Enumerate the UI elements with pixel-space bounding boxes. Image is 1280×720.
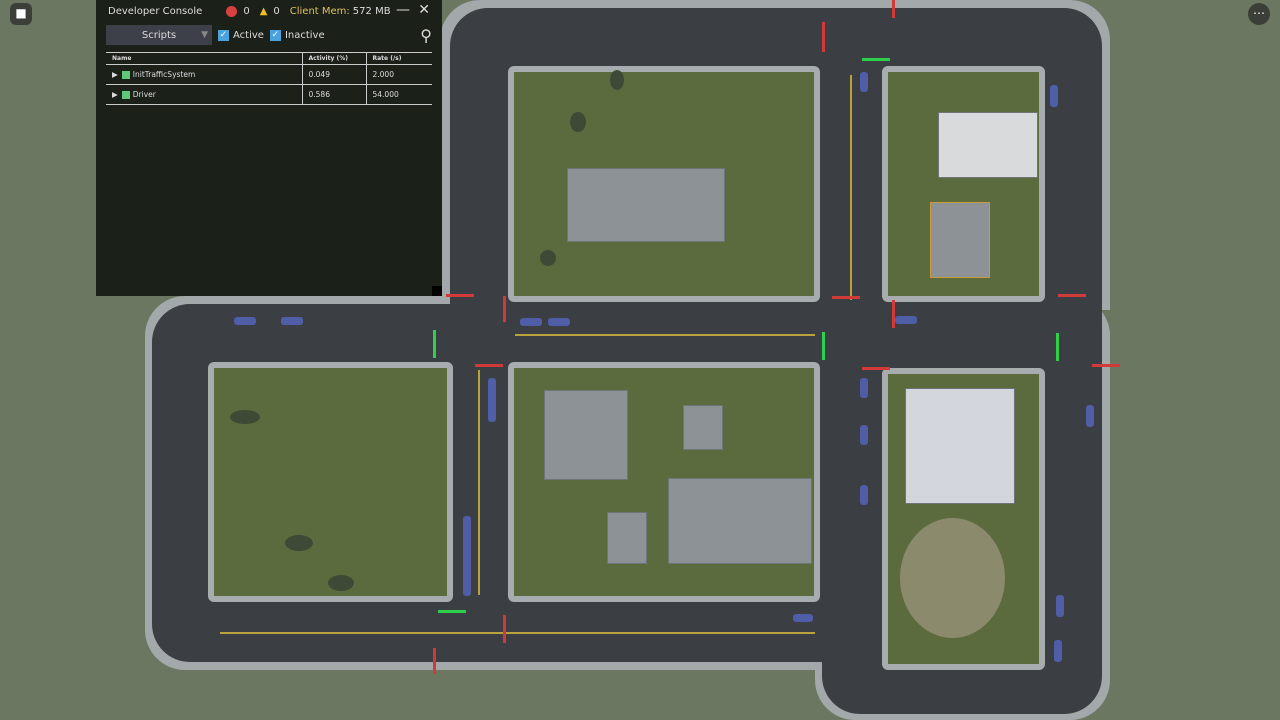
car [895, 316, 917, 324]
traffic-signal-green [822, 332, 825, 360]
car [1086, 405, 1094, 427]
active-label: Active [233, 29, 264, 41]
car [860, 72, 868, 92]
minimize-button[interactable]: — [396, 2, 410, 18]
resize-handle[interactable] [432, 286, 442, 296]
traffic-signal-green [1056, 333, 1059, 361]
script-activity: 0.586 [301, 84, 366, 105]
traffic-signal-red [1092, 364, 1120, 367]
error-count: 0 [243, 5, 250, 17]
roblox-menu-icon[interactable]: ■ [10, 3, 32, 25]
tree [285, 535, 313, 551]
script-status-icon [121, 91, 130, 99]
view-dropdown[interactable]: Scripts ▼ [106, 25, 212, 45]
error-icon [226, 5, 238, 17]
house [544, 390, 628, 480]
car [463, 516, 471, 596]
tree [570, 112, 586, 132]
client-mem-label: Client Mem: [289, 5, 350, 17]
table-row[interactable]: ▶ InitTrafficSystem 0.049 2.000 [106, 64, 432, 85]
warning-count: 0 [273, 5, 280, 17]
lane-line [850, 75, 852, 300]
search-icon[interactable]: ⚲ [420, 26, 432, 45]
traffic-signal-green [438, 610, 466, 613]
tree [230, 410, 260, 424]
traffic-signal-red [892, 300, 895, 328]
building [938, 112, 1038, 178]
traffic-signal-red [475, 364, 503, 367]
tree [540, 250, 556, 266]
traffic-signal-red [433, 648, 436, 674]
traffic-signal-green [433, 330, 436, 358]
active-checkbox[interactable]: ✓ [218, 29, 229, 41]
script-rate: 2.000 [365, 64, 432, 85]
traffic-signal-red [446, 294, 474, 297]
view-dropdown-value: Scripts [141, 29, 177, 41]
inactive-label: Inactive [284, 29, 325, 41]
house [683, 405, 723, 450]
car [793, 614, 813, 622]
house [607, 512, 647, 564]
tree [328, 575, 354, 591]
car [1054, 640, 1062, 662]
tree [610, 70, 624, 90]
expand-arrow-icon[interactable]: ▶ [112, 70, 118, 79]
lane-line [515, 334, 815, 336]
car [281, 317, 303, 325]
car [1050, 85, 1058, 107]
car [860, 485, 868, 505]
traffic-signal-red [862, 367, 890, 370]
playground [900, 518, 1005, 638]
column-header-name[interactable]: Name [106, 52, 302, 65]
car [1056, 595, 1064, 617]
close-button[interactable]: ✕ [418, 2, 430, 18]
expand-arrow-icon[interactable]: ▶ [112, 90, 118, 99]
client-mem-value: 572 MB [352, 5, 391, 17]
traffic-signal-red [832, 296, 860, 299]
traffic-signal-red [503, 296, 506, 322]
chevron-down-icon: ▼ [201, 30, 208, 40]
warning-icon: ▲ [259, 5, 268, 17]
traffic-signal-red [503, 615, 506, 643]
scripts-table: Name Activity (%) Rate (/s) ▶ InitTrafficSy… [106, 52, 432, 105]
house [668, 478, 812, 564]
traffic-signal-green [862, 58, 890, 61]
building [905, 388, 1015, 504]
traffic-signal-red [1058, 294, 1086, 297]
script-status-icon [121, 71, 130, 79]
car [860, 378, 868, 398]
gas-station [930, 202, 990, 278]
console-title: Developer Console [108, 5, 203, 17]
column-header-activity[interactable]: Activity (%) [301, 52, 366, 65]
lot-empty [208, 362, 453, 602]
lane-line [478, 370, 480, 595]
script-name: Driver [132, 90, 156, 99]
car [234, 317, 256, 325]
lane-line [220, 632, 815, 634]
car [488, 378, 496, 422]
script-rate: 54.000 [365, 84, 432, 105]
inactive-checkbox[interactable]: ✓ [269, 29, 281, 41]
more-options-icon[interactable]: ⋯ [1248, 3, 1270, 25]
car [860, 425, 868, 445]
column-header-rate[interactable]: Rate (/s) [365, 52, 432, 65]
traffic-signal-red [892, 0, 895, 18]
console-header: Developer Console 0 ▲ 0 Client Mem: 572 … [96, 0, 442, 22]
script-name: InitTrafficSystem [132, 70, 196, 79]
car [548, 318, 570, 326]
table-row[interactable]: ▶ Driver 0.586 54.000 [106, 84, 432, 105]
house [567, 168, 725, 242]
developer-console: Developer Console 0 ▲ 0 Client Mem: 572 … [96, 0, 442, 296]
car [520, 318, 542, 326]
traffic-signal-red [822, 22, 825, 52]
script-activity: 0.049 [301, 64, 366, 85]
